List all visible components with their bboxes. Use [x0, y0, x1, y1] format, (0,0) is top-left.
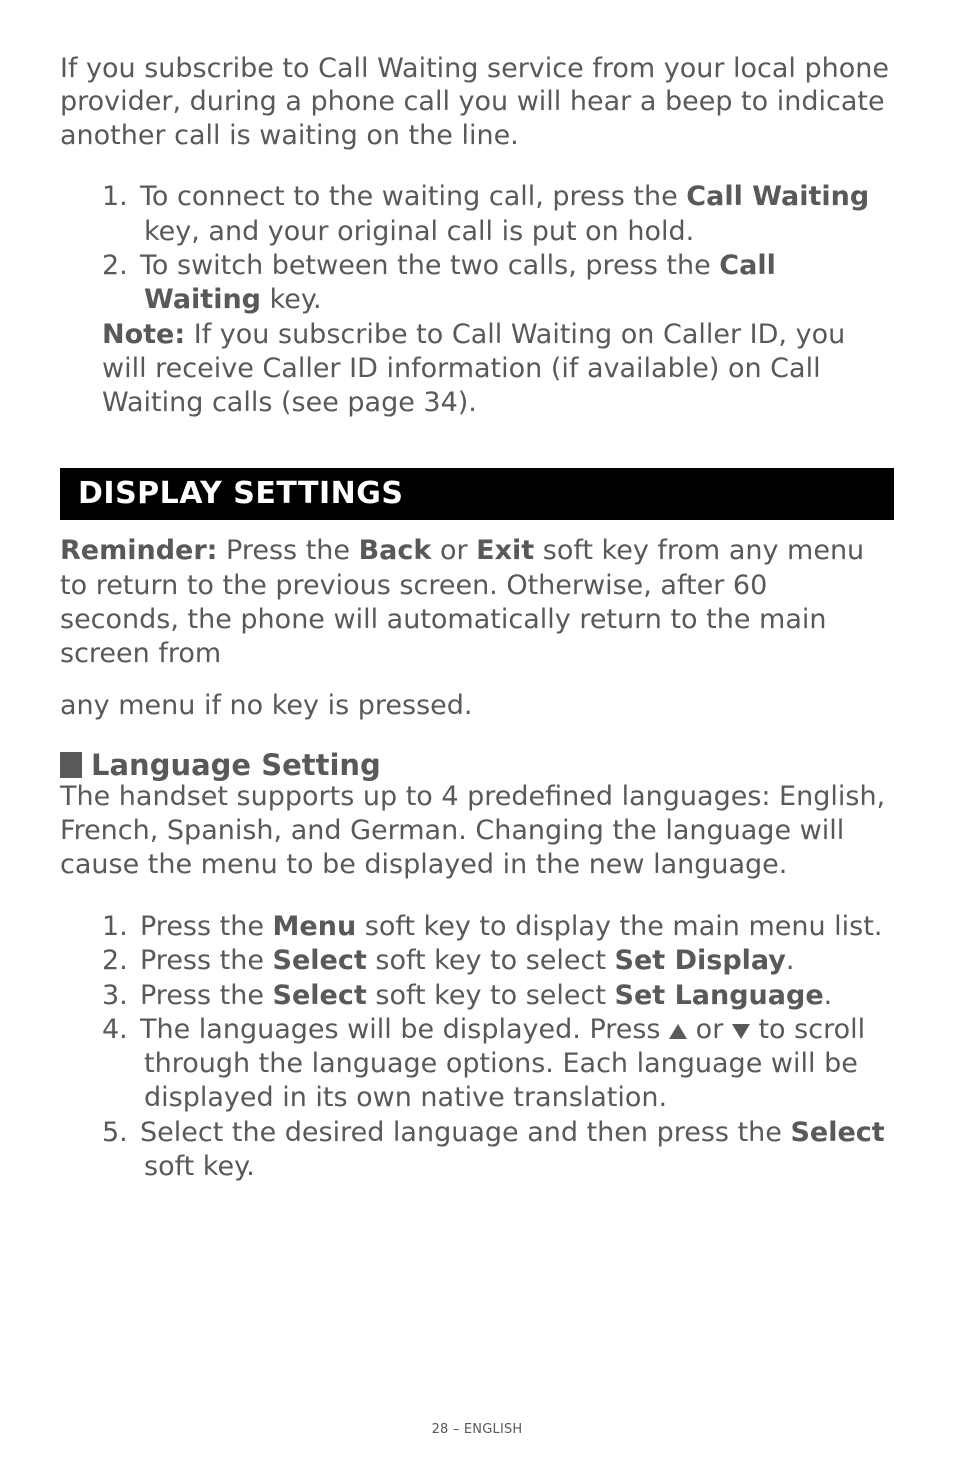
step-number: 3.	[102, 979, 140, 1013]
key-name: Back	[359, 535, 432, 566]
step-text: .	[786, 945, 795, 976]
key-name: Select	[273, 945, 367, 976]
step-text: soft key.	[144, 1151, 255, 1182]
list-item: 5.Select the desired language and then p…	[102, 1116, 894, 1185]
step-text: To connect to the waiting call, press th…	[140, 181, 686, 212]
note: Note: If you subscribe to Call Waiting o…	[102, 318, 894, 421]
step-number: 5.	[102, 1116, 140, 1150]
subheading-marker-icon	[60, 752, 82, 778]
option-name: Set Language	[615, 980, 824, 1011]
call-waiting-intro: If you subscribe to Call Waiting service…	[60, 52, 894, 152]
subheading: Language Setting	[60, 748, 894, 782]
language-body: The handset supports up to 4 predefined …	[60, 780, 894, 882]
note-label: Note:	[102, 319, 185, 350]
list-item: 1.To connect to the waiting call, press …	[102, 180, 894, 249]
step-number: 4.	[102, 1013, 140, 1047]
key-name: Select	[790, 1117, 884, 1148]
list-item: 2.Press the Select soft key to select Se…	[102, 944, 894, 978]
key-name: Exit	[476, 535, 534, 566]
key-name: Call Waiting	[686, 181, 869, 212]
reminder-label: Reminder:	[60, 535, 217, 566]
body-text: Press the	[217, 535, 358, 566]
list-item: 2.To switch between the two calls, press…	[102, 249, 894, 318]
key-name: Select	[273, 980, 367, 1011]
step-text: key, and your original call is put on ho…	[144, 216, 694, 247]
step-text: The languages will be displayed. Press	[140, 1014, 669, 1045]
note-text: If you subscribe to Call Waiting on Call…	[102, 319, 845, 419]
language-steps: 1.Press the Menu soft key to display the…	[60, 910, 894, 1184]
step-number: 1.	[102, 180, 140, 214]
step-text: soft key to display the main menu list.	[356, 911, 882, 942]
up-arrow-icon	[669, 1024, 687, 1039]
step-text: Select the desired language and then pre…	[140, 1117, 790, 1148]
page-footer: 28 – ENGLISH	[0, 1422, 954, 1437]
step-number: 2.	[102, 944, 140, 978]
step-text: .	[824, 980, 833, 1011]
step-text: or	[687, 1014, 732, 1045]
key-name: Menu	[273, 911, 357, 942]
page-content: If you subscribe to Call Waiting service…	[0, 0, 954, 1475]
subheading-title: Language Setting	[91, 748, 381, 782]
step-text: key.	[261, 284, 322, 315]
section-heading: DISPLAY SETTINGS	[60, 468, 894, 520]
step-text: To switch between the two calls, press t…	[140, 250, 719, 281]
list-item: 4.The languages will be displayed. Press…	[102, 1013, 894, 1116]
step-text: Press the	[140, 911, 273, 942]
option-name: Set Display	[615, 945, 786, 976]
step-text: Press the	[140, 945, 273, 976]
step-text: soft key to select	[367, 980, 615, 1011]
call-waiting-steps: 1.To connect to the waiting call, press …	[60, 180, 894, 317]
step-number: 2.	[102, 249, 140, 283]
step-text: Press the	[140, 980, 273, 1011]
down-arrow-icon	[732, 1024, 750, 1039]
reminder-text: Reminder: Press the Back or Exit soft ke…	[60, 534, 894, 671]
reminder-text-last: any menu if no key is pressed.	[60, 686, 894, 727]
step-text: soft key to select	[367, 945, 615, 976]
list-item: 3.Press the Select soft key to select Se…	[102, 979, 894, 1013]
body-text: or	[431, 535, 476, 566]
list-item: 1.Press the Menu soft key to display the…	[102, 910, 894, 944]
step-number: 1.	[102, 910, 140, 944]
